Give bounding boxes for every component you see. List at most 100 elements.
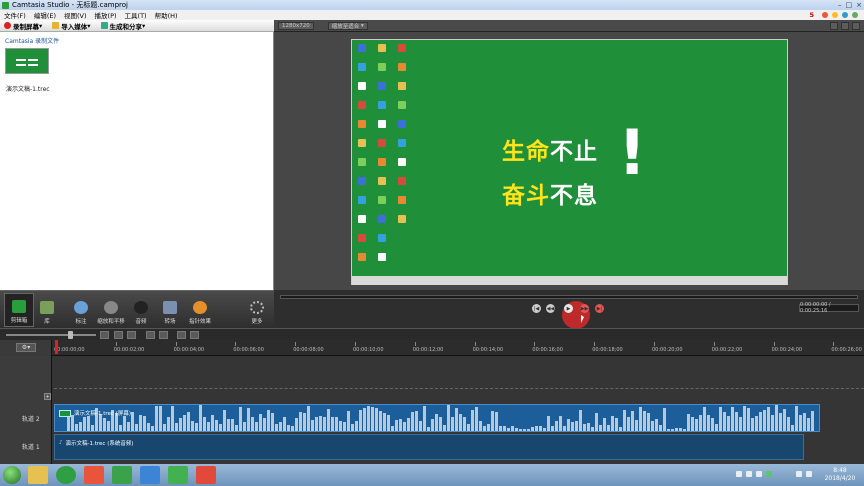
app-icon[interactable] xyxy=(196,466,216,484)
zoom-fit-dropdown[interactable]: 缩放至适合 ▾ xyxy=(327,21,368,30)
camtasia-studio-icon[interactable] xyxy=(168,466,188,484)
video-canvas[interactable]: 生命不止 奋斗不息 ! xyxy=(351,39,788,285)
waveform-bar xyxy=(747,407,750,431)
record-screen-button[interactable]: 录制屏幕 ▾ xyxy=(4,21,42,31)
network-icon[interactable] xyxy=(796,471,802,477)
waveform-bar xyxy=(123,416,126,431)
next-clip-button[interactable]: ▶| xyxy=(595,304,604,313)
playhead[interactable] xyxy=(55,340,58,354)
undo-icon[interactable] xyxy=(114,331,123,339)
desktop-icon xyxy=(378,253,386,261)
system-clock[interactable]: 8:48 2018/4/20 xyxy=(820,467,860,483)
tab-zoom-pan[interactable]: 缩放和平移 xyxy=(96,293,126,327)
waveform-bar xyxy=(79,421,82,431)
settings-icon[interactable] xyxy=(852,12,858,18)
play-button[interactable]: ▶ xyxy=(564,304,573,313)
tab-callouts[interactable]: 标注 xyxy=(66,293,96,327)
produce-share-button[interactable]: 生成和分享 ▾ xyxy=(100,21,145,31)
recorded-taskbar xyxy=(352,276,787,285)
maximize-button[interactable]: □ xyxy=(846,1,853,9)
waveform-bar xyxy=(347,410,350,431)
screen-clip[interactable]: 演示文稿-1.trec (屏幕) xyxy=(54,404,820,432)
waveform-bar xyxy=(499,426,502,431)
desktop-icon xyxy=(358,215,366,223)
desktop-icon xyxy=(358,101,366,109)
tab-clip-bin[interactable]: 剪辑箱 xyxy=(4,293,34,327)
tab-library[interactable]: 库 xyxy=(32,293,62,327)
menu-view[interactable]: 视图(V) xyxy=(64,10,87,20)
import-media-button[interactable]: 导入媒体 ▾ xyxy=(52,21,91,31)
browser-icon[interactable] xyxy=(56,466,76,484)
zoom-slider[interactable] xyxy=(68,331,73,339)
waveform-bar xyxy=(303,412,306,431)
camtasia-recorder-icon[interactable] xyxy=(112,466,132,484)
track-1-label[interactable]: 轨道 1 xyxy=(22,442,40,451)
waveform-bar xyxy=(411,411,414,431)
word-icon[interactable] xyxy=(140,466,160,484)
tray-icon[interactable] xyxy=(766,471,772,477)
waveform-bar xyxy=(731,407,734,431)
powerpoint-icon[interactable] xyxy=(84,466,104,484)
bulb-icon[interactable] xyxy=(832,12,838,18)
notification-badge[interactable]: 5 xyxy=(809,11,814,19)
fullscreen-icon[interactable] xyxy=(852,22,860,30)
volume-icon[interactable] xyxy=(806,471,812,477)
rewind-button[interactable]: ◀◀ xyxy=(546,304,555,313)
waveform-bar xyxy=(459,414,462,431)
fast-forward-button[interactable]: ▶▶ xyxy=(580,304,589,313)
desktop-icon xyxy=(378,101,386,109)
start-button[interactable] xyxy=(3,466,21,484)
waveform-bar xyxy=(235,425,238,431)
waveform-bar xyxy=(811,410,814,431)
preview-area: 生命不止 奋斗不息 ! xyxy=(274,32,864,290)
help-icon[interactable] xyxy=(842,12,848,18)
tray-icon[interactable] xyxy=(756,471,762,477)
ruler-tick-label: 00:00:22;00 xyxy=(711,347,743,353)
detach-icon[interactable] xyxy=(841,22,849,30)
gear-icon[interactable]: ⚙ ▾ xyxy=(16,343,36,352)
waveform-bar xyxy=(423,405,426,431)
tab-audio[interactable]: 音频 xyxy=(126,293,156,327)
waveform-bar xyxy=(803,412,806,431)
resolution-dropdown[interactable]: 1280x720 xyxy=(278,21,314,30)
waveform-bar xyxy=(739,416,742,431)
scrub-bar[interactable] xyxy=(280,295,858,299)
title-bar: Camtasia Studio - 无标题.camproj – □ × xyxy=(0,0,864,10)
library-icon[interactable] xyxy=(822,12,828,18)
menu-help[interactable]: 帮助(H) xyxy=(155,10,178,20)
waveform-bar xyxy=(575,420,578,431)
close-button[interactable]: × xyxy=(856,1,862,9)
waveform-bar xyxy=(743,405,746,431)
tab-cursor-effects[interactable]: 指针效果 xyxy=(185,293,215,327)
cut-icon[interactable] xyxy=(146,331,155,339)
waveform-bar xyxy=(755,416,758,431)
waveform-bar xyxy=(547,416,550,431)
track-2-label[interactable]: 轨道 2 xyxy=(22,414,40,423)
menu-file[interactable]: 文件(F) xyxy=(4,10,26,20)
redo-icon[interactable] xyxy=(127,331,136,339)
audio-clip[interactable]: ♪ 演示文稿-1.trec (系统音频) xyxy=(54,434,804,460)
tray-icon[interactable] xyxy=(736,471,742,477)
media-thumbnail[interactable] xyxy=(5,48,49,74)
waveform-bar xyxy=(535,425,538,431)
zoom-in-icon[interactable] xyxy=(100,331,109,339)
tab-more[interactable]: 更多 xyxy=(242,293,272,327)
waveform-bar xyxy=(179,417,182,431)
paste-icon[interactable] xyxy=(190,331,199,339)
minimize-button[interactable]: – xyxy=(838,1,842,9)
split-icon[interactable] xyxy=(159,331,168,339)
menu-play[interactable]: 播放(P) xyxy=(95,10,117,20)
waveform-bar xyxy=(723,412,726,431)
menu-tools[interactable]: 工具(T) xyxy=(125,10,147,20)
tray-icon[interactable] xyxy=(746,471,752,477)
copy-icon[interactable] xyxy=(177,331,186,339)
add-track-button[interactable]: + xyxy=(44,393,51,400)
crop-icon[interactable] xyxy=(830,22,838,30)
explorer-icon[interactable] xyxy=(28,466,48,484)
prev-clip-button[interactable]: |◀ xyxy=(532,304,541,313)
tab-transitions[interactable]: 转场 xyxy=(155,293,185,327)
timeline-ruler[interactable]: ⚙ ▾ 00:00:00;00 00:00:02;00 00:00:04;00 00:0… xyxy=(0,340,864,356)
windows-taskbar: 8:48 2018/4/20 xyxy=(0,464,864,486)
waveform-bar xyxy=(483,426,486,431)
menu-edit[interactable]: 编辑(E) xyxy=(34,10,56,20)
